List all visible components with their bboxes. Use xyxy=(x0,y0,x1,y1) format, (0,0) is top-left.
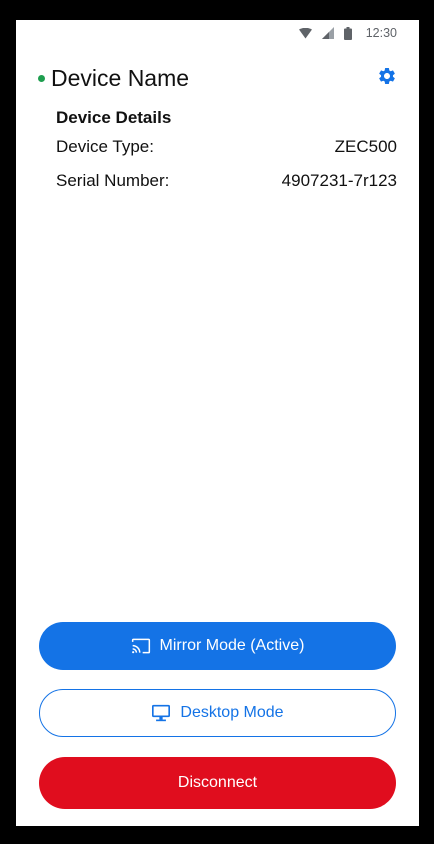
online-status-dot xyxy=(38,74,45,82)
mirror-mode-button[interactable]: Mirror Mode (Active) xyxy=(39,622,396,670)
details-title: Device Details xyxy=(56,108,172,127)
battery-icon xyxy=(343,26,352,40)
device-details: Device Details Device Type: ZEC500 Seria… xyxy=(56,106,397,198)
status-time: 12:30 xyxy=(365,26,397,40)
device-name: Device Name xyxy=(51,64,190,91)
cellular-signal-icon xyxy=(321,27,334,39)
desktop-mode-label: Desktop Mode xyxy=(180,704,284,721)
detail-row-device-type: Device Type: ZEC500 xyxy=(56,130,397,164)
header: Device Name xyxy=(38,62,397,94)
wifi-icon xyxy=(298,27,312,39)
mirror-mode-label: Mirror Mode (Active) xyxy=(159,637,305,654)
monitor-icon xyxy=(151,704,180,722)
disconnect-button[interactable]: Disconnect xyxy=(39,757,396,809)
settings-button[interactable] xyxy=(375,66,399,90)
cast-icon xyxy=(131,637,160,655)
detail-row-serial-number: Serial Number: 4907231-7r123 xyxy=(56,164,397,198)
serial-number-value: 4907231-7r123 xyxy=(281,171,397,190)
disconnect-label: Disconnect xyxy=(177,774,258,791)
device-type-label: Device Type: xyxy=(56,137,154,156)
serial-number-label: Serial Number: xyxy=(56,171,170,190)
gear-icon xyxy=(377,66,397,91)
device-type-value: ZEC500 xyxy=(334,137,397,156)
app-screen: 12:30 Device Name Device Details Device … xyxy=(16,20,419,826)
status-bar: 12:30 xyxy=(16,20,419,46)
desktop-mode-button[interactable]: Desktop Mode xyxy=(39,689,396,737)
